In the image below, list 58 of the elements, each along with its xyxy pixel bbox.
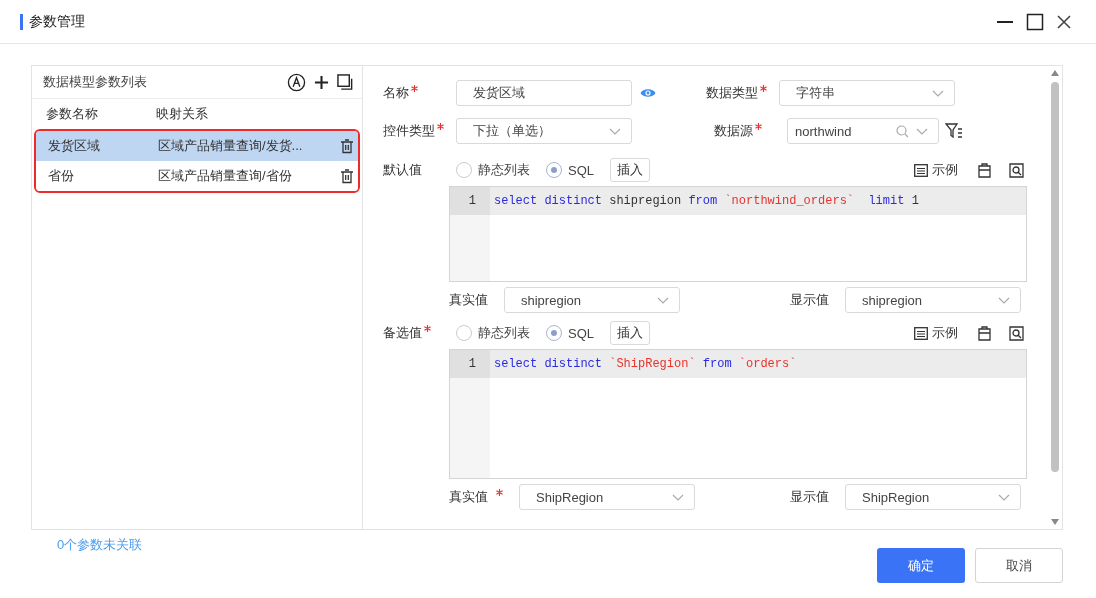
copy-icon[interactable] [337, 73, 354, 91]
line-number: 1 [450, 187, 490, 215]
code-editor[interactable]: 1 select distinct `ShipRegion` from `orders` [449, 349, 1027, 479]
panel-title: 数据模型参数列表 [43, 73, 147, 91]
scroll-down-icon[interactable] [1051, 519, 1059, 525]
display-value-dropdown[interactable]: ShipRegion [845, 484, 1021, 510]
field-label: 数据类型 [706, 84, 758, 102]
column-header: 参数名称 [46, 105, 99, 123]
radio-option[interactable]: 静态列表 [456, 324, 530, 342]
scroll-up-icon[interactable] [1051, 70, 1059, 76]
clipboard-icon[interactable] [978, 325, 991, 341]
real-value-dropdown[interactable]: ShipRegion [519, 484, 695, 510]
eye-icon[interactable] [640, 87, 656, 99]
insert-button[interactable]: 插入 [610, 321, 650, 345]
table-cell-text: 省份 [48, 167, 75, 185]
data-type-dropdown[interactable]: 字符串 [779, 80, 955, 106]
control-type-dropdown[interactable]: 下拉（单选） [456, 118, 632, 144]
column-header: 映射关系 [156, 105, 209, 123]
radio-option[interactable]: SQL [546, 325, 594, 341]
confirm-button[interactable]: 确定 [877, 548, 965, 583]
parameter-row[interactable]: 发货区域 区域产品销量查询/发货... [36, 131, 358, 161]
real-value-dropdown[interactable]: shipregion [504, 287, 680, 313]
display-value-dropdown[interactable]: shipregion [845, 287, 1021, 313]
trash-icon[interactable] [340, 138, 354, 154]
field-label: 真实值 [449, 488, 488, 506]
maximize-icon[interactable] [1026, 12, 1044, 31]
field-label: 显示值 [790, 488, 829, 506]
clipboard-icon[interactable] [978, 162, 991, 178]
filter-icon[interactable] [945, 123, 963, 139]
code-editor[interactable]: 1 select distinct shipregion from `northwind_orders` limit 1 [449, 186, 1027, 282]
list-icon [914, 163, 928, 177]
table-cell-text: 区域产品销量查询/发货... [158, 137, 304, 155]
zoom-frame-icon[interactable] [1009, 325, 1024, 341]
field-label: 名称 [383, 84, 409, 102]
radio-option[interactable]: 静态列表 [456, 161, 530, 179]
field-label: 控件类型 [383, 122, 435, 140]
field-label: 显示值 [790, 291, 829, 309]
example-button[interactable]: 示例 [914, 324, 958, 342]
scrollbar-thumb[interactable] [1051, 82, 1059, 472]
field-label: 备选值 [383, 324, 422, 342]
window-title: 参数管理 [29, 12, 85, 31]
field-label: 真实值 [449, 291, 488, 309]
name-field[interactable]: 发货区域 [456, 80, 632, 106]
plus-icon[interactable] [314, 74, 329, 90]
example-button[interactable]: 示例 [914, 161, 958, 179]
circled-a-icon[interactable] [287, 72, 306, 92]
line-number: 1 [450, 350, 490, 378]
cancel-button[interactable]: 取消 [975, 548, 1063, 583]
list-icon [914, 326, 928, 340]
trash-icon[interactable] [340, 168, 354, 184]
close-icon[interactable] [1056, 13, 1072, 30]
table-cell-text: 发货区域 [48, 137, 101, 155]
radio-option[interactable]: SQL [546, 162, 594, 178]
field-label: 数据源 [714, 122, 753, 140]
table-cell-text: 区域产品销量查询/省份 [158, 167, 293, 185]
zoom-frame-icon[interactable] [1009, 162, 1024, 178]
insert-button[interactable]: 插入 [610, 158, 650, 182]
field-label: 默认值 [383, 161, 422, 179]
